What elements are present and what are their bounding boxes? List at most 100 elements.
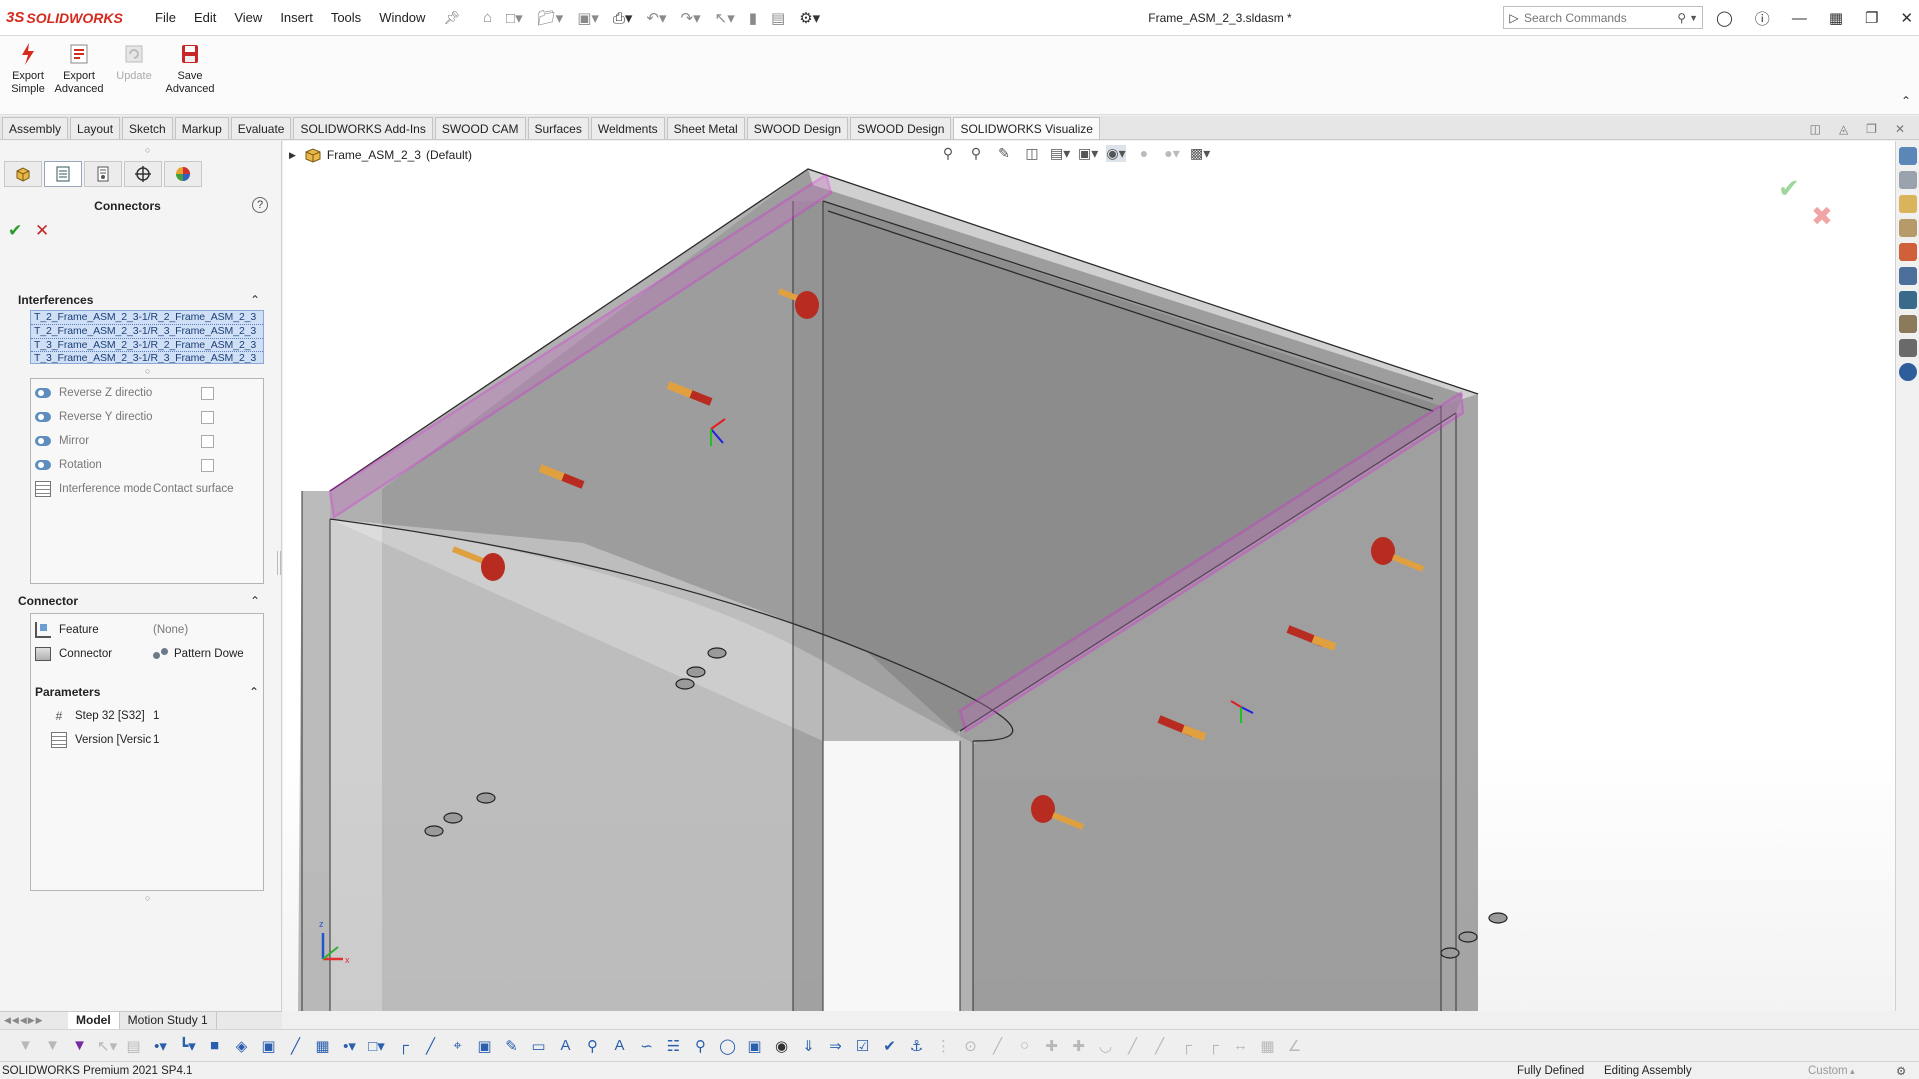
section-view-icon[interactable]: ◫ (1022, 145, 1042, 162)
confirmation-cancel-icon[interactable]: ✖ (1811, 201, 1833, 232)
new-document-icon[interactable]: □▾ (506, 9, 523, 27)
dimension-icon[interactable]: ↔ (1231, 1037, 1250, 1054)
swood-tools-icon[interactable] (1898, 339, 1917, 357)
doc-close-icon[interactable]: ✕ (1895, 122, 1905, 136)
minimize-icon[interactable]: — (1792, 10, 1807, 27)
filter-3-icon[interactable]: ▼ (70, 1037, 89, 1054)
reverse-z-checkbox[interactable] (201, 387, 214, 400)
user-account-icon[interactable]: ◯ (1716, 9, 1733, 27)
zoom-to-fit-icon[interactable]: ⚲ (938, 145, 958, 162)
undo-icon[interactable]: ↶▾ (646, 9, 666, 27)
status-units[interactable]: Custom (1808, 1065, 1855, 1077)
zoom-to-area-icon[interactable]: ⚲ (966, 145, 986, 162)
select-icon[interactable]: ↖▾ (715, 9, 735, 27)
feature-value[interactable]: (None) (153, 624, 188, 636)
update-button[interactable]: Update (106, 40, 162, 83)
filter-2-icon[interactable]: ▼ (43, 1037, 62, 1054)
list-item[interactable]: T_2_Frame_ASM_2_3-1/R_3_Frame_ASM_2_3 (31, 323, 263, 338)
offset-icon[interactable]: ╱ (1123, 1037, 1142, 1055)
shield-icon[interactable]: ◯ (718, 1037, 737, 1055)
insert-icon[interactable]: ⇒ (826, 1037, 845, 1055)
axis-icon[interactable]: ┗▾ (178, 1037, 197, 1055)
display-style-icon[interactable]: ◉▾ (1106, 145, 1126, 162)
confirmation-ok-icon[interactable]: ✔ (1778, 173, 1800, 204)
print-icon[interactable]: ⎙▾ (613, 9, 633, 27)
tab-sketch[interactable]: Sketch (122, 117, 173, 139)
pattern-icon[interactable]: ▦ (313, 1037, 332, 1055)
expand-arrow-icon[interactable]: ▶ (289, 150, 296, 161)
curve-icon[interactable]: ∽ (637, 1037, 656, 1055)
view-orientation-icon[interactable]: ▣▾ (1078, 145, 1098, 162)
tab-markup[interactable]: Markup (174, 117, 229, 139)
panel-resize-handle[interactable] (277, 551, 281, 575)
export-simple-button[interactable]: Export Simple (0, 40, 56, 96)
swood-library-icon[interactable] (1898, 291, 1917, 309)
rebuild-status-icon[interactable]: ⚙ (1896, 1064, 1906, 1078)
paint-icon[interactable]: ✎ (502, 1037, 521, 1055)
connector-row[interactable]: Connector Pattern Dowe (35, 644, 263, 664)
connector-value[interactable]: Pattern Dowe (153, 647, 244, 660)
panel-icon[interactable]: ▭ (529, 1037, 548, 1055)
tab-scroll-arrows-icon[interactable]: ◀◀◀▶▶ (0, 1015, 68, 1026)
help-icon[interactable]: ? (252, 197, 268, 213)
doc-tile-right-icon[interactable]: ◬ (1839, 122, 1848, 136)
filter-icon[interactable]: ▼ (16, 1037, 35, 1054)
tab-weldments[interactable]: Weldments (590, 117, 665, 139)
home-icon[interactable]: ⌂ (483, 9, 492, 26)
view-settings-icon[interactable]: ▩▾ (1190, 145, 1210, 162)
design-library-icon[interactable] (1898, 171, 1917, 189)
dimxpert-manager-tab-icon[interactable] (124, 161, 162, 187)
tab-solidworks-add-ins[interactable]: SOLIDWORKS Add-Ins (293, 117, 433, 139)
list-resize-handle[interactable]: ○ (145, 366, 150, 376)
tab-swood-design-2[interactable]: SWOOD Design (850, 117, 952, 139)
check-icon[interactable]: ☑ (853, 1037, 872, 1055)
mirror-row[interactable]: Mirror (35, 431, 261, 451)
edit-appearance-icon[interactable]: ●▾ (1162, 145, 1182, 162)
grid-icon[interactable]: ▦ (1258, 1037, 1277, 1055)
tab-solidworks-visualize[interactable]: SOLIDWORKS Visualize (953, 117, 1100, 139)
save-icon[interactable]: ▣▾ (577, 9, 599, 27)
options-gear-icon[interactable]: ⚙▾ (799, 9, 820, 27)
search-icon[interactable]: ⚲ (1677, 11, 1686, 25)
interferences-list[interactable]: T_2_Frame_ASM_2_3-1/R_2_Frame_ASM_2_3 T_… (30, 310, 264, 364)
sphere-icon[interactable]: ◉ (772, 1037, 791, 1055)
assembly-3d-model[interactable]: z x (283, 141, 1895, 1011)
frame-icon[interactable]: ▣ (475, 1037, 494, 1055)
open-icon[interactable]: 📁︎▾ (537, 9, 564, 27)
step-parameter-row[interactable]: # Step 32 [S32] 1 (51, 706, 279, 726)
move-icon[interactable]: ⇓ (799, 1037, 818, 1055)
search-input[interactable]: Search Commands (1524, 11, 1627, 25)
display-manager-tab-icon[interactable] (164, 161, 202, 187)
panel-splitter[interactable]: ○ (145, 145, 150, 155)
menu-file[interactable]: File (146, 10, 185, 26)
text-box-icon[interactable]: A (610, 1037, 629, 1054)
appearances-icon[interactable] (1898, 243, 1917, 261)
circle-draw-icon[interactable]: ○ (1015, 1037, 1034, 1054)
cancel-button[interactable]: ✕ (35, 221, 49, 241)
extend-icon[interactable]: ✚ (1069, 1037, 1088, 1055)
chevron-down-icon[interactable]: ▼ (1689, 13, 1698, 23)
tab-sheet-metal[interactable]: Sheet Metal (666, 117, 745, 139)
help-icon[interactable]: ⓘ (1755, 8, 1770, 29)
doc-restore-icon[interactable]: ❐ (1866, 122, 1877, 136)
file-properties-icon[interactable]: ▤ (771, 9, 785, 27)
doc-tile-left-icon[interactable]: ◫ (1810, 122, 1821, 136)
configuration-manager-tab-icon[interactable] (84, 161, 122, 187)
feature-row[interactable]: Feature (None) (35, 620, 263, 640)
tab-assembly[interactable]: Assembly (2, 117, 69, 139)
menu-edit[interactable]: Edit (185, 10, 225, 26)
list-item[interactable]: T_3_Frame_ASM_2_3-1/R_3_Frame_ASM_2_3 (31, 351, 263, 363)
redo-icon[interactable]: ↷▾ (681, 9, 701, 27)
angle-icon[interactable]: ∠ (1285, 1037, 1304, 1055)
mirror-checkbox[interactable] (201, 435, 214, 448)
search-commands[interactable]: ▷ Search Commands ⚲ ▼ (1503, 6, 1703, 29)
view-icon[interactable]: ⚲ (691, 1037, 710, 1055)
collapse-chevron-icon[interactable]: ⌃ (250, 293, 260, 307)
menu-insert[interactable]: Insert (271, 10, 322, 26)
parameters-group-header[interactable]: Parameters ⌃ (35, 682, 263, 702)
interference-mode-value[interactable]: Contact surface (153, 483, 234, 495)
feature-tree-root[interactable]: ▶ Frame_ASM_2_3 (Default) (289, 147, 472, 163)
select-tool-icon[interactable]: ↖▾ (97, 1037, 117, 1055)
version-parameter-value[interactable]: 1 (153, 734, 159, 746)
view-palette-icon[interactable] (1898, 219, 1917, 237)
